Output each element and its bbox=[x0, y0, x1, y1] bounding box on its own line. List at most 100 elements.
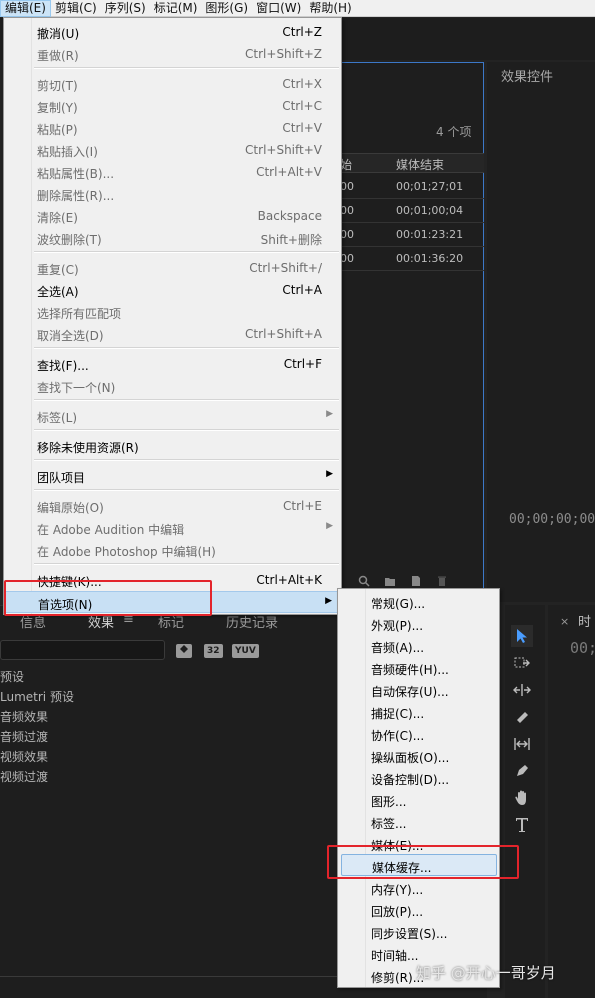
selection-tool-icon[interactable] bbox=[511, 625, 533, 647]
close-icon[interactable]: × bbox=[560, 615, 569, 628]
menu-item-edit-original[interactable]: 编辑原始(O) Ctrl+E bbox=[4, 495, 341, 517]
pref-item-playback[interactable]: 回放(P)... bbox=[338, 899, 499, 921]
hand-tool-icon[interactable] bbox=[511, 787, 533, 809]
effects-folder-lumetri[interactable]: Lumetri 预设 bbox=[0, 687, 74, 707]
pref-item-capture[interactable]: 捕捉(C)... bbox=[338, 701, 499, 723]
slip-tool-icon[interactable] bbox=[511, 733, 533, 755]
effects-folder-audio-transitions[interactable]: 音频过渡 bbox=[0, 727, 48, 747]
project-row[interactable]: 00 00:01:36:20 bbox=[340, 247, 484, 271]
menu-window[interactable]: 窗口(W) bbox=[252, 0, 305, 17]
menu-bar: 编辑(E) 剪辑(C) 序列(S) 标记(M) 图形(G) 窗口(W) 帮助(H… bbox=[0, 0, 595, 17]
menu-item-select-all[interactable]: 全选(A) Ctrl+A bbox=[4, 279, 341, 301]
menu-item-find-next[interactable]: 查找下一个(N) bbox=[4, 375, 341, 397]
pref-item-sync-settings[interactable]: 同步设置(S)... bbox=[338, 921, 499, 943]
32bit-effects-icon[interactable]: 32 bbox=[204, 644, 223, 658]
menu-item-redo[interactable]: 重做(R) Ctrl+Shift+Z bbox=[4, 43, 341, 65]
highlight-box-media-cache bbox=[327, 845, 519, 879]
timeline-timecode: 00; bbox=[570, 639, 595, 657]
effects-search-input[interactable] bbox=[0, 640, 165, 660]
new-item-icon[interactable] bbox=[410, 575, 422, 587]
project-row[interactable]: 00 00;01;27;01 bbox=[340, 175, 484, 199]
menu-separator bbox=[34, 429, 339, 431]
menu-item-edit-in-audition[interactable]: 在 Adobe Audition 中编辑 ▶ bbox=[4, 517, 341, 539]
menu-separator bbox=[34, 251, 339, 253]
menu-clip[interactable]: 剪辑(C) bbox=[51, 0, 101, 17]
pref-item-audio-hardware[interactable]: 音频硬件(H)... bbox=[338, 657, 499, 679]
watermark: 知乎 @开心一哥岁月 bbox=[416, 964, 556, 982]
submenu-arrow-icon: ▶ bbox=[326, 409, 333, 419]
pref-item-audio[interactable]: 音频(A)... bbox=[338, 635, 499, 657]
menu-item-clear[interactable]: 清除(E) Backspace bbox=[4, 205, 341, 227]
pen-tool-icon[interactable] bbox=[511, 760, 533, 782]
menu-item-select-all-matching[interactable]: 选择所有匹配项 bbox=[4, 301, 341, 323]
edit-menu-dropdown: 撤消(U) Ctrl+Z 重做(R) Ctrl+Shift+Z 剪切(T) Ctrl+… bbox=[3, 17, 342, 615]
pref-item-general[interactable]: 常规(G)... bbox=[338, 591, 499, 613]
trash-icon[interactable] bbox=[436, 575, 448, 587]
menu-help[interactable]: 帮助(H) bbox=[305, 0, 355, 17]
effects-folder-video-effects[interactable]: 视频效果 bbox=[0, 747, 48, 767]
pref-item-control-surface[interactable]: 操纵面板(O)... bbox=[338, 745, 499, 767]
menu-item-copy[interactable]: 复制(Y) Ctrl+C bbox=[4, 95, 341, 117]
pref-item-graphics[interactable]: 图形... bbox=[338, 789, 499, 811]
menu-separator bbox=[34, 459, 339, 461]
menu-separator bbox=[34, 67, 339, 69]
menu-sequence[interactable]: 序列(S) bbox=[101, 0, 150, 17]
menu-separator bbox=[34, 489, 339, 491]
effects-folder-audio-effects[interactable]: 音频效果 bbox=[0, 707, 48, 727]
menu-graphics[interactable]: 图形(G) bbox=[201, 0, 252, 17]
search-icon[interactable] bbox=[358, 575, 370, 587]
menu-item-paste-attributes[interactable]: 粘贴属性(B)... Ctrl+Alt+V bbox=[4, 161, 341, 183]
menu-item-ripple-delete[interactable]: 波纹删除(T) Shift+删除 bbox=[4, 227, 341, 249]
menu-separator bbox=[34, 563, 339, 565]
timeline-panel: × 时 00; bbox=[548, 605, 595, 998]
menu-item-deselect-all[interactable]: 取消全选(D) Ctrl+Shift+A bbox=[4, 323, 341, 345]
razor-tool-icon[interactable] bbox=[511, 706, 533, 728]
menu-item-paste[interactable]: 粘贴(P) Ctrl+V bbox=[4, 117, 341, 139]
pref-item-memory[interactable]: 内存(Y)... bbox=[338, 877, 499, 899]
project-row[interactable]: 00 00:01:23:21 bbox=[340, 223, 484, 247]
effect-controls-title[interactable]: 效果控件 bbox=[501, 66, 553, 85]
ripple-edit-tool-icon[interactable] bbox=[511, 679, 533, 701]
project-column-header: 始 媒体结束 bbox=[340, 153, 484, 173]
tools-panel bbox=[505, 605, 545, 998]
project-item-count: 4 个项 bbox=[436, 125, 472, 139]
menu-edit[interactable]: 编辑(E) bbox=[0, 0, 51, 17]
pref-item-collaboration[interactable]: 协作(C)... bbox=[338, 723, 499, 745]
submenu-arrow-icon: ▶ bbox=[326, 469, 333, 479]
menu-item-team-projects[interactable]: 团队项目 ▶ bbox=[4, 465, 341, 487]
pref-item-labels[interactable]: 标签... bbox=[338, 811, 499, 833]
submenu-arrow-icon: ▶ bbox=[325, 596, 332, 606]
pref-item-auto-save[interactable]: 自动保存(U)... bbox=[338, 679, 499, 701]
pref-item-appearance[interactable]: 外观(P)... bbox=[338, 613, 499, 635]
menu-item-cut[interactable]: 剪切(T) Ctrl+X bbox=[4, 73, 341, 95]
submenu-arrow-icon: ▶ bbox=[326, 521, 333, 531]
effects-folder-video-transitions[interactable]: 视频过渡 bbox=[0, 767, 48, 787]
menu-markers[interactable]: 标记(M) bbox=[150, 0, 202, 17]
new-bin-icon[interactable] bbox=[384, 575, 396, 587]
yuv-effects-icon[interactable]: YUV bbox=[232, 644, 259, 658]
column-media-end[interactable]: 媒体结束 bbox=[396, 156, 444, 173]
preferences-submenu: 常规(G)... 外观(P)... 音频(A)... 音频硬件(H)... 自动… bbox=[337, 588, 500, 988]
project-panel: 4 个项 始 媒体结束 00 00;01;27;01 00 00;01;00;0… bbox=[340, 62, 484, 602]
menu-item-edit-in-photoshop[interactable]: 在 Adobe Photoshop 中编辑(H) bbox=[4, 539, 341, 561]
menu-item-find[interactable]: 查找(F)... Ctrl+F bbox=[4, 353, 341, 375]
menu-item-duplicate[interactable]: 重复(C) Ctrl+Shift+/ bbox=[4, 257, 341, 279]
type-tool-icon[interactable] bbox=[511, 814, 533, 836]
effect-controls-timecode: 00;00;00;00 bbox=[509, 512, 595, 527]
project-row[interactable]: 00 00;01;00;04 bbox=[340, 199, 484, 223]
effects-folder-presets[interactable]: 预设 bbox=[0, 667, 24, 687]
menu-separator bbox=[34, 399, 339, 401]
menu-item-undo[interactable]: 撤消(U) Ctrl+Z bbox=[4, 21, 341, 43]
effect-controls-panel: 效果控件 00;00;00;00 bbox=[487, 62, 595, 602]
project-toolbar bbox=[358, 575, 448, 587]
pref-item-device-control[interactable]: 设备控制(D)... bbox=[338, 767, 499, 789]
menu-item-remove-attributes[interactable]: 删除属性(R)... bbox=[4, 183, 341, 205]
track-select-tool-icon[interactable] bbox=[511, 652, 533, 674]
accelerated-effects-icon[interactable] bbox=[176, 644, 192, 658]
menu-item-label[interactable]: 标签(L) ▶ bbox=[4, 405, 341, 427]
menu-separator bbox=[34, 347, 339, 349]
menu-item-remove-unused[interactable]: 移除未使用资源(R) bbox=[4, 435, 341, 457]
highlight-box-preferences bbox=[4, 580, 212, 616]
timeline-title[interactable]: 时 bbox=[578, 611, 591, 630]
menu-item-paste-insert[interactable]: 粘贴插入(I) Ctrl+Shift+V bbox=[4, 139, 341, 161]
